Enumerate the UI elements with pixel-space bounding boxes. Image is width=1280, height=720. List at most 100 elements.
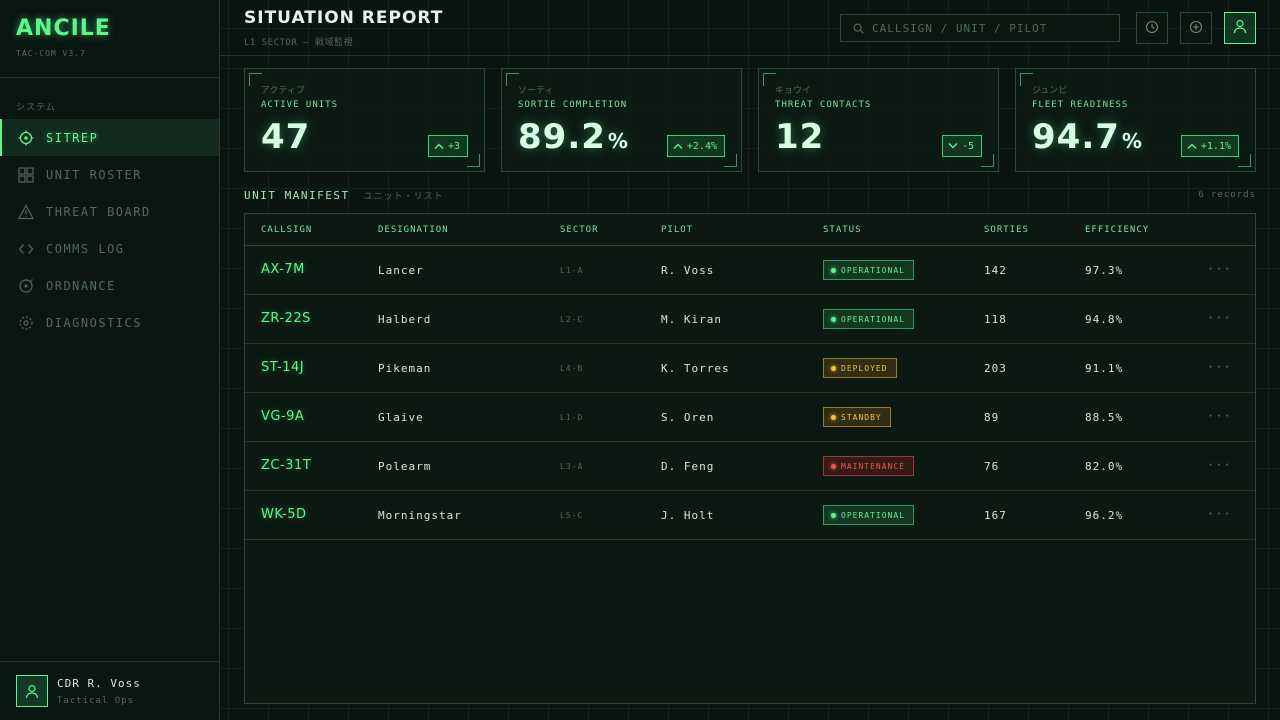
user-role: Tactical Ops (57, 695, 135, 706)
callsign-cell[interactable]: ZR-22S (261, 311, 311, 326)
callsign-cell[interactable]: VG-9A (261, 409, 304, 424)
user-menu-button[interactable] (1224, 12, 1256, 44)
crosshair-icon (18, 130, 34, 146)
manifest-header: UNIT MANIFEST ユニット・リスト (244, 189, 444, 202)
efficiency-cell: 96.2% (1085, 509, 1124, 522)
table-row[interactable]: VG-9A Glaive L1-D S. Oren STANDBY 89 88.… (245, 393, 1255, 442)
brand-logo: ANCILE (16, 16, 111, 41)
callsign-cell[interactable]: ST-14J (261, 360, 304, 375)
sidebar-item-label: THREAT BOARD (46, 204, 151, 219)
sorties-cell: 167 (984, 509, 1007, 522)
column-header-sorties[interactable]: SORTIES (984, 225, 1029, 235)
chevron-up-icon (434, 143, 444, 149)
warning-triangle-icon (18, 203, 34, 220)
status-dot-icon (831, 512, 836, 518)
status-dot-icon (831, 316, 836, 322)
table-row[interactable]: ZR-22S Halberd L2-C M. Kiran OPERATIONAL… (245, 295, 1255, 344)
user-icon (1232, 18, 1248, 38)
status-dot-icon (831, 267, 836, 273)
add-button[interactable] (1180, 12, 1212, 44)
column-header-callsign[interactable]: CALLSIGN (261, 225, 312, 235)
column-header-sector[interactable]: SECTOR (560, 225, 599, 235)
history-button[interactable] (1136, 12, 1168, 44)
stat-card-value: 89.2% (518, 117, 629, 157)
designation-cell: Polearm (378, 460, 432, 473)
sidebar-item-ordnance[interactable]: ORDNANCE (0, 267, 219, 304)
manifest-title: UNIT MANIFEST (244, 189, 350, 202)
status-badge: DEPLOYED (823, 358, 897, 378)
stat-card-threat-contacts: キョウイ THREAT CONTACTS 12 -5 (758, 68, 999, 172)
record-count: 6 records (1198, 190, 1256, 200)
designation-cell: Glaive (378, 411, 424, 424)
table-row[interactable]: AX-7M Lancer L1-A R. Voss OPERATIONAL 14… (245, 246, 1255, 295)
more-options-icon[interactable]: ··· (1207, 507, 1232, 521)
table-header: CALLSIGN DESIGNATION SECTOR PILOT STATUS… (245, 214, 1255, 246)
efficiency-cell: 91.1% (1085, 362, 1124, 375)
column-header-efficiency[interactable]: EFFICIENCY (1085, 225, 1149, 235)
table-row[interactable]: WK-5D Morningstar L5-C J. Holt OPERATION… (245, 491, 1255, 540)
sidebar-item-comms-log[interactable]: COMMS LOG (0, 230, 219, 267)
unit-manifest-table: CALLSIGN DESIGNATION SECTOR PILOT STATUS… (244, 213, 1256, 704)
designation-cell: Lancer (378, 264, 424, 277)
sidebar: ANCILE TAC-COM V3.7 システム SITREP UNIT ROS… (0, 0, 220, 720)
callsign-cell[interactable]: ZC-31T (261, 458, 311, 473)
status-dot-icon (831, 463, 836, 469)
sorties-cell: 76 (984, 460, 1000, 473)
sidebar-item-threat-board[interactable]: THREAT BOARD (0, 193, 219, 230)
stat-card-jp-label: アクティブ (261, 86, 306, 96)
column-header-pilot[interactable]: PILOT (661, 225, 693, 235)
sidebar-item-label: COMMS LOG (46, 241, 125, 256)
table-row[interactable]: ZC-31T Polearm L3-A D. Feng MAINTENANCE … (245, 442, 1255, 491)
more-options-icon[interactable]: ··· (1207, 409, 1232, 423)
more-options-icon[interactable]: ··· (1207, 458, 1232, 472)
status-dot-icon (831, 414, 836, 420)
status-dot-icon (831, 365, 836, 371)
stat-card-label: ACTIVE UNITS (261, 100, 339, 110)
column-header-status[interactable]: STATUS (823, 225, 862, 235)
chevron-down-icon (948, 143, 958, 149)
chevron-up-icon (1187, 143, 1197, 149)
designation-cell: Pikeman (378, 362, 432, 375)
sidebar-item-label: UNIT ROSTER (46, 167, 142, 182)
sidebar-item-unit-roster[interactable]: UNIT ROSTER (0, 156, 219, 193)
more-options-icon[interactable]: ··· (1207, 262, 1232, 276)
stat-card-label: THREAT CONTACTS (775, 100, 872, 110)
more-options-icon[interactable]: ··· (1207, 311, 1232, 325)
sidebar-divider (0, 77, 219, 78)
header-divider (220, 55, 1280, 56)
table-row[interactable]: ST-14J Pikeman L4-B K. Torres DEPLOYED 2… (245, 344, 1255, 393)
pilot-cell: K. Torres (661, 362, 730, 375)
avatar (16, 675, 48, 707)
sorties-cell: 203 (984, 362, 1007, 375)
stat-delta-badge: +1.1% (1180, 135, 1239, 157)
more-options-icon[interactable]: ··· (1207, 360, 1232, 374)
callsign-cell[interactable]: AX-7M (261, 262, 305, 277)
user-icon (25, 684, 39, 699)
callsign-cell[interactable]: WK-5D (261, 507, 307, 522)
sidebar-divider (0, 661, 219, 662)
search-icon (853, 19, 864, 38)
search-bar[interactable] (840, 14, 1120, 42)
sidebar-item-diagnostics[interactable]: DIAGNOSTICS (0, 304, 219, 341)
user-profile[interactable]: CDR R. Voss Tactical Ops (16, 675, 141, 707)
sidebar-section-label: システム (16, 103, 56, 113)
efficiency-cell: 82.0% (1085, 460, 1124, 473)
sorties-cell: 118 (984, 313, 1007, 326)
stat-card-sortie-completion: ソーティ SORTIE COMPLETION 89.2% +2.4% (501, 68, 742, 172)
pilot-cell: R. Voss (661, 264, 715, 277)
sidebar-nav: SITREP UNIT ROSTER THREAT BOARD COMMS LO… (0, 119, 219, 341)
brand-version: TAC-COM V3.7 (16, 49, 86, 58)
page-subtitle: L1 SECTOR — 戦域監視 (244, 38, 354, 48)
search-input[interactable] (872, 21, 1112, 35)
sector-cell: L5-C (560, 511, 584, 520)
stat-card-jp-label: ソーティ (518, 86, 554, 96)
sector-cell: L3-A (560, 462, 584, 471)
brand: ANCILE TAC-COM V3.7 (16, 16, 111, 58)
sorties-cell: 89 (984, 411, 1000, 424)
column-header-designation[interactable]: DESIGNATION (378, 225, 449, 235)
status-badge: OPERATIONAL (823, 505, 914, 525)
sidebar-item-sitrep[interactable]: SITREP (0, 119, 219, 156)
user-name: CDR R. Voss (57, 676, 141, 690)
manifest-subtitle: ユニット・リスト (363, 192, 444, 202)
stat-card-jp-label: キョウイ (775, 86, 812, 96)
